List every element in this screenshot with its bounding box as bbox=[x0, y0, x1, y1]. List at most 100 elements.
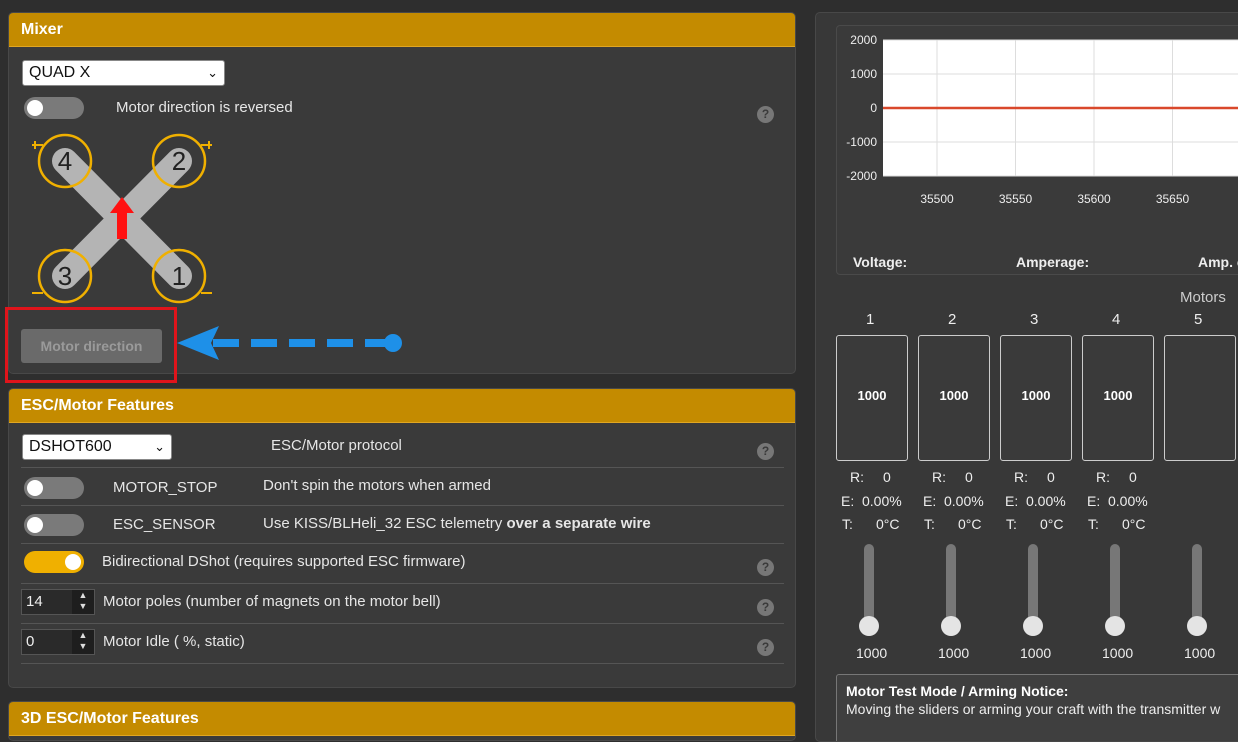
graph-container: 200010000-1000-2000355003555035600356503 bbox=[836, 25, 1238, 275]
motor-stop-toggle[interactable] bbox=[24, 477, 84, 499]
slider-thumb[interactable] bbox=[1105, 616, 1125, 636]
help-icon[interactable]: ? bbox=[757, 559, 774, 576]
motor-label-2: 2 bbox=[172, 146, 186, 176]
esc-protocol-label: ESC/Motor protocol bbox=[271, 437, 402, 454]
rpm-value: 0 bbox=[1047, 469, 1055, 485]
slider-thumb[interactable] bbox=[859, 616, 879, 636]
motor-output-box: 1000 bbox=[1082, 335, 1154, 461]
rpm-value: 0 bbox=[883, 469, 891, 485]
error-label: E: bbox=[841, 493, 855, 509]
rpm-value: 0 bbox=[965, 469, 973, 485]
temp-label: T: bbox=[924, 516, 935, 532]
esc-sensor-toggle[interactable] bbox=[24, 514, 84, 536]
motor-poles-input[interactable]: 14 ▲ ▼ bbox=[21, 589, 95, 615]
motor-number: 3 bbox=[1030, 311, 1039, 328]
motor-slider-value: 1000 bbox=[1102, 645, 1134, 661]
temp-label: T: bbox=[1088, 516, 1099, 532]
chevron-down-icon: ⌄ bbox=[207, 65, 218, 80]
motor-label-4: 4 bbox=[58, 146, 72, 176]
motor-slider[interactable] bbox=[864, 544, 874, 626]
motor-slider-value: 1000 bbox=[1184, 645, 1216, 661]
notice-text: Moving the sliders or arming your craft … bbox=[846, 701, 1221, 717]
motors-title: Motors bbox=[1180, 289, 1226, 306]
temp-value: 0°C bbox=[1122, 516, 1146, 532]
motor-stop-name: MOTOR_STOP bbox=[113, 479, 218, 496]
esc-sensor-desc-bold: over a separate wire bbox=[506, 515, 651, 532]
esc-protocol-select[interactable]: DSHOT600 ⌄ bbox=[22, 434, 172, 460]
y-tick-label: -2000 bbox=[846, 169, 877, 183]
help-icon[interactable]: ? bbox=[757, 599, 774, 616]
stepper-icon[interactable]: ▲ ▼ bbox=[72, 630, 94, 654]
error-value: 0.00% bbox=[1108, 493, 1148, 509]
motor-number: 5 bbox=[1194, 311, 1203, 328]
voltage-label: Voltage: bbox=[853, 254, 908, 270]
x-tick-label: 35550 bbox=[999, 192, 1033, 206]
slider-thumb[interactable] bbox=[941, 616, 961, 636]
error-label: E: bbox=[1087, 493, 1101, 509]
error-value: 0.00% bbox=[862, 493, 902, 509]
motor-slider-value: 1000 bbox=[1020, 645, 1052, 661]
temp-label: T: bbox=[842, 516, 853, 532]
motor-output-value: 1000 bbox=[939, 388, 969, 403]
amperage-label: Amperage: bbox=[1016, 254, 1090, 270]
rpm-value: 0 bbox=[1129, 469, 1137, 485]
motor-number: 1 bbox=[866, 311, 875, 328]
y-tick-label: 0 bbox=[870, 101, 877, 115]
temp-value: 0°C bbox=[958, 516, 982, 532]
motor-poles-value: 14 bbox=[26, 593, 43, 610]
divider bbox=[21, 467, 784, 468]
motor-output-value: 1000 bbox=[1021, 388, 1051, 403]
mixer-type-select[interactable]: QUAD X ⌄ bbox=[22, 60, 225, 86]
y-tick-label: 1000 bbox=[850, 67, 877, 81]
x-tick-label: 35600 bbox=[1077, 192, 1111, 206]
motor-number: 4 bbox=[1112, 311, 1121, 328]
help-icon[interactable]: ? bbox=[757, 639, 774, 656]
y-tick-label: -1000 bbox=[846, 135, 877, 149]
esc-3d-panel: 3D ESC/Motor Features bbox=[8, 701, 796, 741]
motor-chart: 200010000-1000-2000355003555035600356503 bbox=[846, 33, 1238, 206]
y-tick-label: 2000 bbox=[850, 33, 877, 47]
error-label: E: bbox=[923, 493, 937, 509]
arrow-annotation bbox=[177, 326, 402, 360]
motor-slider[interactable] bbox=[1192, 544, 1202, 626]
motor-output-box bbox=[1164, 335, 1236, 461]
motor-output-value: 1000 bbox=[1103, 388, 1133, 403]
stepper-icon[interactable]: ▲ ▼ bbox=[72, 590, 94, 614]
error-value: 0.00% bbox=[1026, 493, 1066, 509]
motors-panel: 200010000-1000-2000355003555035600356503… bbox=[815, 12, 1238, 742]
motor-reversed-toggle[interactable] bbox=[24, 97, 84, 119]
divider bbox=[21, 663, 784, 664]
motor-slider-value: 1000 bbox=[856, 645, 888, 661]
slider-thumb[interactable] bbox=[1187, 616, 1207, 636]
slider-thumb[interactable] bbox=[1023, 616, 1043, 636]
chevron-down-icon: ⌄ bbox=[154, 439, 165, 454]
esc-features-title: ESC/Motor Features bbox=[9, 389, 795, 423]
notice-box: Motor Test Mode / Arming Notice: Moving … bbox=[836, 674, 1238, 741]
motor-slider[interactable] bbox=[946, 544, 956, 626]
error-label: E: bbox=[1005, 493, 1019, 509]
motor-output-box: 1000 bbox=[1000, 335, 1072, 461]
motor-slider[interactable] bbox=[1110, 544, 1120, 626]
motor-reversed-label: Motor direction is reversed bbox=[116, 99, 293, 116]
rpm-label: R: bbox=[850, 469, 864, 485]
motor-idle-label: Motor Idle ( %, static) bbox=[103, 633, 245, 650]
divider bbox=[21, 583, 784, 584]
motor-output-box: 1000 bbox=[918, 335, 990, 461]
esc-sensor-name: ESC_SENSOR bbox=[113, 516, 216, 533]
motor-idle-input[interactable]: 0 ▲ ▼ bbox=[21, 629, 95, 655]
motor-slider[interactable] bbox=[1028, 544, 1038, 626]
rpm-label: R: bbox=[932, 469, 946, 485]
esc-sensor-desc-text: Use KISS/BLHeli_32 ESC telemetry bbox=[263, 515, 503, 532]
bidir-dshot-toggle[interactable] bbox=[24, 551, 84, 573]
temp-value: 0°C bbox=[876, 516, 900, 532]
divider bbox=[21, 623, 784, 624]
x-tick-label: 35650 bbox=[1156, 192, 1190, 206]
rpm-label: R: bbox=[1096, 469, 1110, 485]
motor-output-value: 1000 bbox=[857, 388, 887, 403]
help-icon[interactable]: ? bbox=[757, 443, 774, 460]
motor-label-1: 1 bbox=[172, 261, 186, 291]
temp-value: 0°C bbox=[1040, 516, 1064, 532]
x-tick-label: 35500 bbox=[920, 192, 954, 206]
temp-label: T: bbox=[1006, 516, 1017, 532]
help-icon[interactable]: ? bbox=[757, 106, 774, 123]
